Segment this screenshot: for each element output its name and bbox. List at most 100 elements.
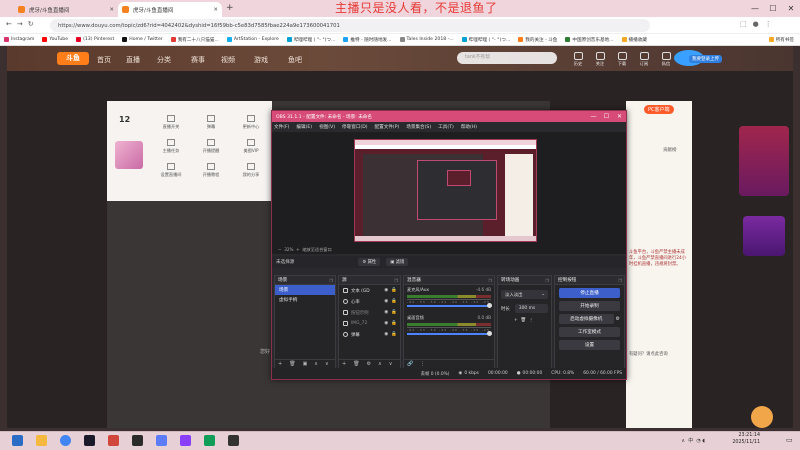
lock-icon[interactable]: 🔒	[391, 332, 397, 337]
bookmark-item[interactable]: Home / Twitter	[122, 37, 163, 42]
properties-button[interactable]: ⚙ 属性	[358, 258, 381, 266]
menu-file[interactable]: 文件(F)	[274, 124, 289, 130]
nav-home[interactable]: 首页	[97, 55, 111, 65]
menu-edit[interactable]: 编辑(E)	[296, 124, 312, 130]
browser-tab-1[interactable]: 虎牙/斗鱼直播间 ✕	[14, 2, 118, 17]
menu-help[interactable]: 帮助(H)	[461, 124, 477, 130]
room-menu-item[interactable]: 开播提醒	[191, 139, 231, 154]
pc-client-button[interactable]: PC客户端	[644, 105, 674, 114]
settings-button[interactable]: 设置	[559, 340, 620, 350]
file-explorer-icon[interactable]	[36, 435, 47, 446]
slider-handle[interactable]	[487, 331, 492, 336]
virtual-camera-button[interactable]: 启动虚拟摄像机	[559, 314, 614, 324]
maximize-icon[interactable]: ☐	[764, 0, 782, 17]
all-bookmarks[interactable]: 所有书签	[768, 37, 794, 43]
minimize-icon[interactable]: —	[746, 0, 764, 17]
bookmark-item[interactable]: 哔哩哔哩 ( °- °)つ...	[461, 37, 510, 43]
visibility-eye-icon[interactable]: ◉	[384, 332, 388, 337]
back-icon[interactable]: ←	[6, 20, 17, 28]
close-tab-icon[interactable]: ✕	[109, 7, 114, 13]
menu-view[interactable]: 视图(V)	[319, 124, 335, 130]
app-icon[interactable]	[156, 435, 167, 446]
scene-item[interactable]: 虚拟手柄	[275, 295, 335, 305]
room-menu-item[interactable]: 设置直播间	[151, 163, 191, 178]
app-icon[interactable]	[180, 435, 191, 446]
transition-select[interactable]: 淡入淡出 ⌄	[501, 290, 548, 299]
bookmark-item[interactable]: 播播收藏	[621, 37, 647, 43]
filter-icon[interactable]: ▣	[303, 361, 308, 367]
gear-icon[interactable]: ⚙	[616, 316, 620, 322]
douyu-logo[interactable]: 斗鱼	[57, 52, 89, 65]
nav-events[interactable]: 赛事	[191, 55, 205, 65]
visibility-eye-icon[interactable]: ◉	[384, 288, 388, 293]
trash-icon[interactable]: 🗑	[289, 361, 295, 367]
start-recording-button[interactable]: 开始录制	[559, 301, 620, 311]
studio-mode-button[interactable]: 工作室模式	[559, 327, 620, 337]
filters-button[interactable]: ▣ 滤镜	[386, 258, 409, 266]
preview-canvas[interactable]	[354, 139, 537, 242]
activity-banner[interactable]	[743, 216, 785, 256]
nav-live[interactable]: 直播	[126, 55, 140, 65]
reload-icon[interactable]: ↻	[28, 20, 39, 28]
follow-button[interactable]: 关注	[589, 52, 611, 67]
upload-button[interactable]: 我要登录上传	[689, 55, 722, 63]
tray-expand-icon[interactable]: ∧	[681, 438, 685, 444]
lock-icon[interactable]: 🔒	[391, 288, 397, 293]
dock-float-icon[interactable]: ❐	[545, 278, 551, 283]
visibility-eye-icon[interactable]: ◉	[384, 299, 388, 304]
room-menu-item[interactable]: 弹幕	[191, 115, 231, 130]
notifications-icon[interactable]: ▭	[786, 436, 793, 444]
app-icon[interactable]	[204, 435, 215, 446]
profile-icon[interactable]: ●	[753, 20, 765, 28]
wifi-icon[interactable]: ◔	[696, 438, 700, 444]
minimize-icon[interactable]: —	[587, 113, 600, 120]
slider-handle[interactable]	[487, 303, 492, 308]
down-icon[interactable]: ∨	[325, 361, 329, 367]
bookmark-item[interactable]: YouTube	[42, 37, 68, 42]
zoom-out-icon[interactable]: −	[278, 247, 282, 252]
duration-input[interactable]: 300 ms	[514, 304, 548, 313]
menu-icon[interactable]: ⋮	[529, 318, 533, 323]
trash-icon[interactable]: 🗑	[520, 318, 526, 323]
up-icon[interactable]: ∧	[378, 361, 382, 367]
event-banner[interactable]	[739, 126, 789, 196]
volume-slider[interactable]	[407, 331, 492, 336]
lock-icon[interactable]: 🔒	[391, 321, 397, 326]
dock-float-icon[interactable]: ❐	[329, 278, 335, 283]
mixer-menu-icon[interactable]: ⋮	[420, 361, 425, 367]
zoom-fit-button[interactable]: 缩放至适合窗口	[302, 247, 331, 253]
chrome-icon[interactable]	[60, 435, 71, 446]
help-link[interactable]: 有疑问？请点此咨询	[629, 351, 668, 357]
stop-streaming-button[interactable]: 停止直播	[559, 288, 620, 298]
url-field[interactable]: https://www.douyu.com/topic/zd6?rid=4042…	[50, 19, 650, 32]
source-item[interactable]: 按钮示例 ◉ 🔒	[339, 307, 400, 318]
add-icon[interactable]: +	[278, 361, 282, 367]
bookmark-item[interactable]: Tales Inside 2018 -...	[399, 37, 454, 42]
source-item[interactable]: 弹幕 ◉ 🔒	[339, 329, 400, 340]
room-menu-item[interactable]: 更新中心	[231, 115, 271, 130]
extensions-icon[interactable]: ⬚	[740, 20, 753, 28]
taskbar-clock[interactable]: 23:21:14 2025/11/11	[732, 432, 760, 446]
add-icon[interactable]: +	[342, 361, 346, 367]
subscribe-button[interactable]: 订阅	[633, 52, 655, 67]
room-menu-item[interactable]: 我的分享	[231, 163, 271, 178]
room-menu-item[interactable]: 主播任务	[151, 139, 191, 154]
down-icon[interactable]: ∨	[389, 361, 393, 367]
bookmark-item[interactable]: 我有二十八只猫猫...	[170, 37, 219, 43]
history-button[interactable]: 历史	[567, 52, 589, 67]
up-icon[interactable]: ∧	[314, 361, 318, 367]
bookmark-item[interactable]: (13) Pinterest	[76, 37, 114, 42]
bookmark-item[interactable]: 推特 - 随时随地发...	[343, 37, 392, 43]
windows-start-icon[interactable]	[12, 435, 23, 446]
dock-float-icon[interactable]: ❐	[618, 278, 624, 283]
visibility-eye-icon[interactable]: ◉	[384, 310, 388, 315]
menu-tools[interactable]: 工具(T)	[438, 124, 454, 130]
new-tab-button[interactable]: +	[226, 3, 234, 13]
nav-category[interactable]: 分类	[157, 55, 171, 65]
source-item[interactable]: IMG_72 ◉ 🔒	[339, 318, 400, 329]
dock-float-icon[interactable]: ❐	[394, 278, 400, 283]
menu-profile[interactable]: 配置文件(P)	[375, 124, 400, 130]
close-window-icon[interactable]: ✕	[782, 0, 800, 17]
source-item[interactable]: 文本 (GD ◉ 🔒	[339, 285, 400, 296]
nav-fishbar[interactable]: 鱼吧	[288, 55, 302, 65]
